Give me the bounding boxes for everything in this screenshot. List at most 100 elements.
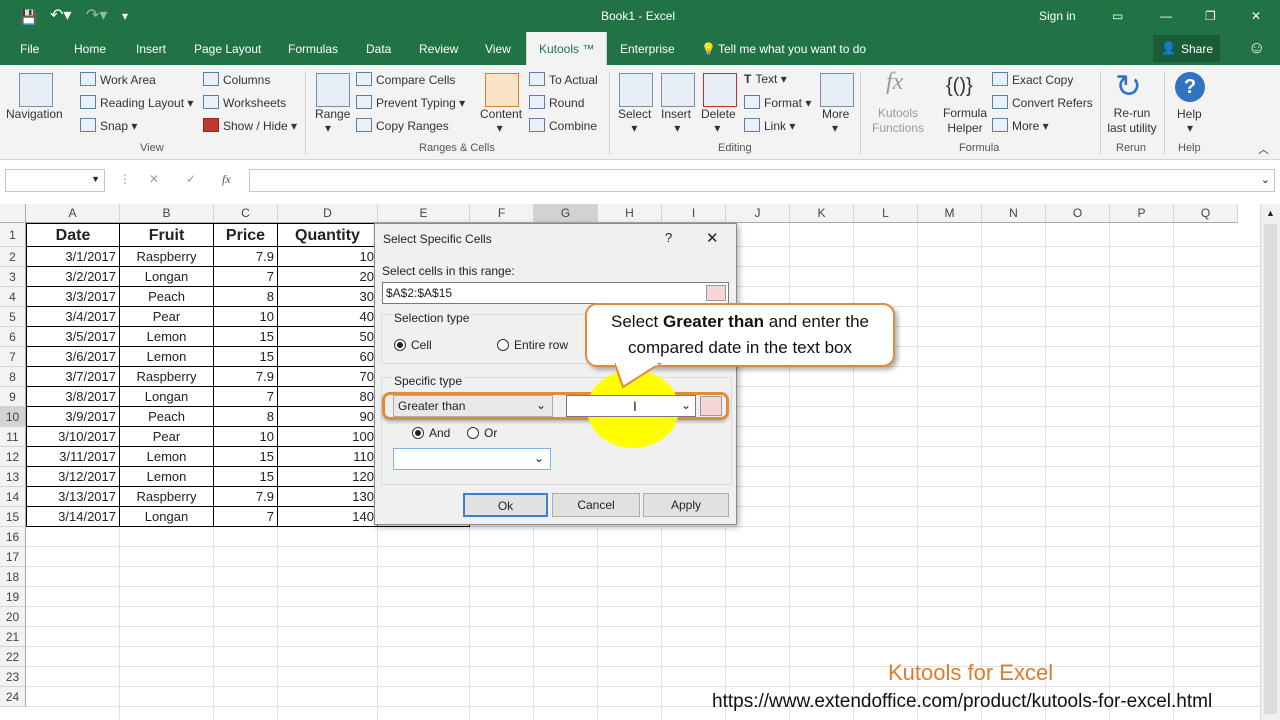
row-header-13[interactable]: 13: [0, 467, 26, 487]
smiley-icon[interactable]: ☺: [1248, 38, 1265, 58]
tab-review[interactable]: Review: [419, 42, 458, 56]
undo-icon[interactable]: ↶▾: [50, 5, 71, 25]
table-cell[interactable]: 7.9: [214, 367, 278, 387]
date-picker-icon[interactable]: [700, 396, 722, 416]
table-cell[interactable]: 7.9: [214, 247, 278, 267]
to-actual-button[interactable]: To Actual: [529, 72, 598, 87]
tell-me-search[interactable]: Tell me what you want to do: [718, 42, 866, 56]
convert-refers-button[interactable]: Convert Refers: [992, 95, 1093, 110]
column-header-b[interactable]: B: [120, 204, 214, 223]
table-cell[interactable]: 3/11/2017: [26, 447, 120, 467]
round-button[interactable]: Round: [529, 95, 584, 110]
table-cell[interactable]: 3/9/2017: [26, 407, 120, 427]
tab-file[interactable]: File: [20, 42, 39, 56]
text-button[interactable]: T Text ▾: [744, 72, 787, 86]
row-header-8[interactable]: 8: [0, 367, 26, 387]
table-cell[interactable]: 140: [278, 507, 378, 527]
row-header-6[interactable]: 6: [0, 327, 26, 347]
or-radio[interactable]: Or: [467, 426, 497, 440]
row-header-9[interactable]: 9: [0, 387, 26, 407]
column-header-e[interactable]: E: [378, 204, 470, 223]
table-cell[interactable]: 60: [278, 347, 378, 367]
cell-radio[interactable]: Cell: [394, 338, 432, 352]
link-button[interactable]: Link ▾: [744, 118, 795, 133]
help-button[interactable]: Help ▾: [1177, 107, 1202, 135]
table-cell[interactable]: 130: [278, 487, 378, 507]
table-cell[interactable]: 15: [214, 327, 278, 347]
row-header-15[interactable]: 15: [0, 507, 26, 527]
table-cell[interactable]: 3/8/2017: [26, 387, 120, 407]
formula-helper-button[interactable]: Formula Helper: [940, 106, 990, 136]
tab-page-layout[interactable]: Page Layout: [194, 42, 261, 56]
select-all-corner[interactable]: [0, 204, 26, 223]
column-header-m[interactable]: M: [918, 204, 982, 223]
header-cell[interactable]: Price: [214, 223, 278, 247]
table-cell[interactable]: 40: [278, 307, 378, 327]
prevent-typing-button[interactable]: Prevent Typing ▾: [356, 95, 465, 110]
table-cell[interactable]: 8: [214, 407, 278, 427]
range-button[interactable]: Range ▾: [315, 107, 350, 135]
sign-in-link[interactable]: Sign in: [1039, 9, 1076, 23]
header-cell[interactable]: Fruit: [120, 223, 214, 247]
expand-icon[interactable]: ⌄: [1261, 173, 1270, 186]
snap-button[interactable]: Snap ▾: [80, 118, 137, 133]
show-hide-button[interactable]: Show / Hide ▾: [203, 118, 297, 133]
range-picker-icon[interactable]: [706, 285, 726, 301]
row-header-16[interactable]: 16: [0, 527, 26, 547]
work-area-button[interactable]: Work Area: [80, 72, 156, 87]
insert-function-icon[interactable]: fx: [222, 172, 231, 187]
tab-enterprise[interactable]: Enterprise: [620, 42, 675, 56]
combine-button[interactable]: Combine: [529, 118, 597, 133]
content-button[interactable]: Content ▾: [480, 107, 522, 135]
and-radio[interactable]: And: [412, 426, 450, 440]
name-box[interactable]: ▼: [5, 169, 105, 192]
table-cell[interactable]: Longan: [120, 387, 214, 407]
table-cell[interactable]: 20: [278, 267, 378, 287]
tab-kutools[interactable]: Kutools ™: [526, 32, 608, 65]
close-icon[interactable]: ✕: [706, 229, 719, 247]
row-header-1[interactable]: 1: [0, 223, 26, 247]
table-cell[interactable]: 10: [278, 247, 378, 267]
table-cell[interactable]: 3/4/2017: [26, 307, 120, 327]
header-cell[interactable]: Date: [26, 223, 120, 247]
row-header-10[interactable]: 10: [0, 407, 26, 427]
table-cell[interactable]: Longan: [120, 507, 214, 527]
value1-combobox[interactable]: I ⌄: [566, 395, 696, 417]
condition1-select[interactable]: Greater than ⌄: [393, 395, 553, 417]
table-cell[interactable]: Longan: [120, 267, 214, 287]
delete-button[interactable]: Delete ▾: [701, 107, 736, 135]
column-header-c[interactable]: C: [214, 204, 278, 223]
table-cell[interactable]: 7.9: [214, 487, 278, 507]
table-cell[interactable]: 10: [214, 427, 278, 447]
column-header-g[interactable]: G: [534, 204, 598, 223]
table-cell[interactable]: Lemon: [120, 447, 214, 467]
row-header-2[interactable]: 2: [0, 247, 26, 267]
tab-data[interactable]: Data: [366, 42, 391, 56]
tab-formulas[interactable]: Formulas: [288, 42, 338, 56]
column-header-a[interactable]: A: [26, 204, 120, 223]
scrollbar-thumb[interactable]: [1264, 224, 1277, 714]
tab-view[interactable]: View: [485, 42, 511, 56]
select-button[interactable]: Select ▾: [618, 107, 651, 135]
column-header-k[interactable]: K: [790, 204, 854, 223]
ok-button[interactable]: Ok: [463, 493, 548, 517]
row-header-24[interactable]: 24: [0, 687, 26, 707]
table-cell[interactable]: Raspberry: [120, 367, 214, 387]
column-header-p[interactable]: P: [1110, 204, 1174, 223]
apply-button[interactable]: Apply: [643, 493, 729, 517]
table-cell[interactable]: 70: [278, 367, 378, 387]
exact-copy-button[interactable]: Exact Copy: [992, 72, 1073, 87]
ribbon-display-icon[interactable]: ▭: [1112, 9, 1123, 23]
table-cell[interactable]: 3/2/2017: [26, 267, 120, 287]
kutools-functions-button[interactable]: Kutools Functions: [868, 106, 928, 136]
row-header-5[interactable]: 5: [0, 307, 26, 327]
row-header-21[interactable]: 21: [0, 627, 26, 647]
table-cell[interactable]: Peach: [120, 287, 214, 307]
column-header-l[interactable]: L: [854, 204, 918, 223]
navigation-button[interactable]: Navigation: [6, 107, 63, 121]
table-cell[interactable]: Pear: [120, 307, 214, 327]
table-cell[interactable]: 3/7/2017: [26, 367, 120, 387]
reading-layout-button[interactable]: Reading Layout ▾: [80, 95, 193, 110]
row-header-17[interactable]: 17: [0, 547, 26, 567]
row-header-20[interactable]: 20: [0, 607, 26, 627]
